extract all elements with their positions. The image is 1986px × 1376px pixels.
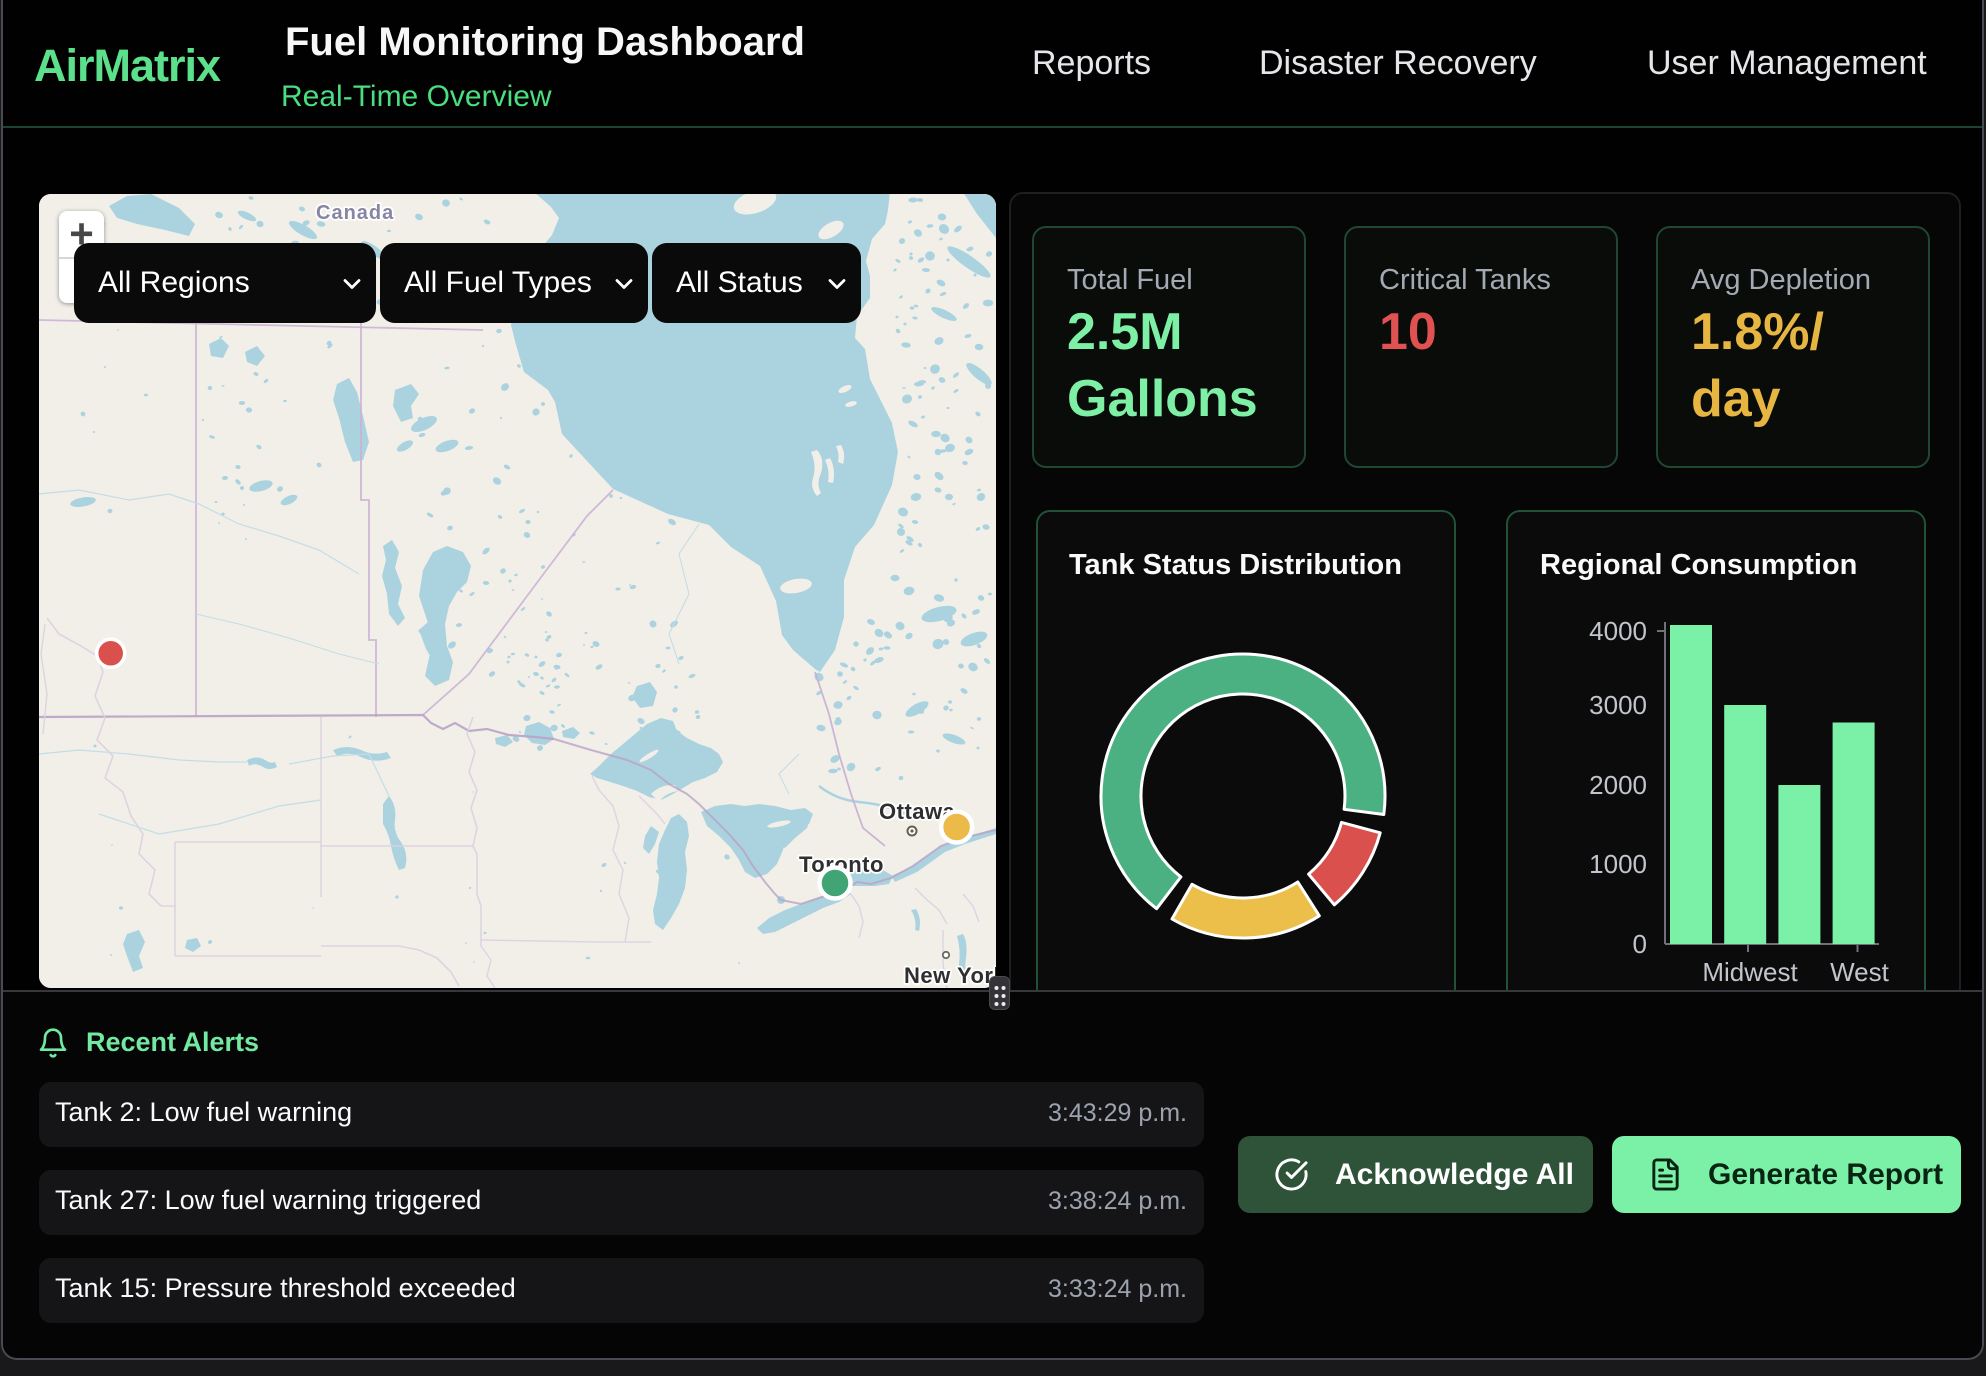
svg-text:3000: 3000 bbox=[1589, 690, 1647, 720]
svg-text:West: West bbox=[1830, 957, 1890, 987]
svg-text:New York: New York bbox=[904, 963, 996, 988]
svg-text:4000: 4000 bbox=[1589, 616, 1647, 646]
svg-text:Canada: Canada bbox=[316, 202, 394, 224]
svg-text:2000: 2000 bbox=[1589, 770, 1647, 800]
svg-text:Midwest: Midwest bbox=[1702, 957, 1798, 987]
svg-text:1000: 1000 bbox=[1589, 849, 1647, 879]
svg-text:0: 0 bbox=[1633, 929, 1647, 959]
